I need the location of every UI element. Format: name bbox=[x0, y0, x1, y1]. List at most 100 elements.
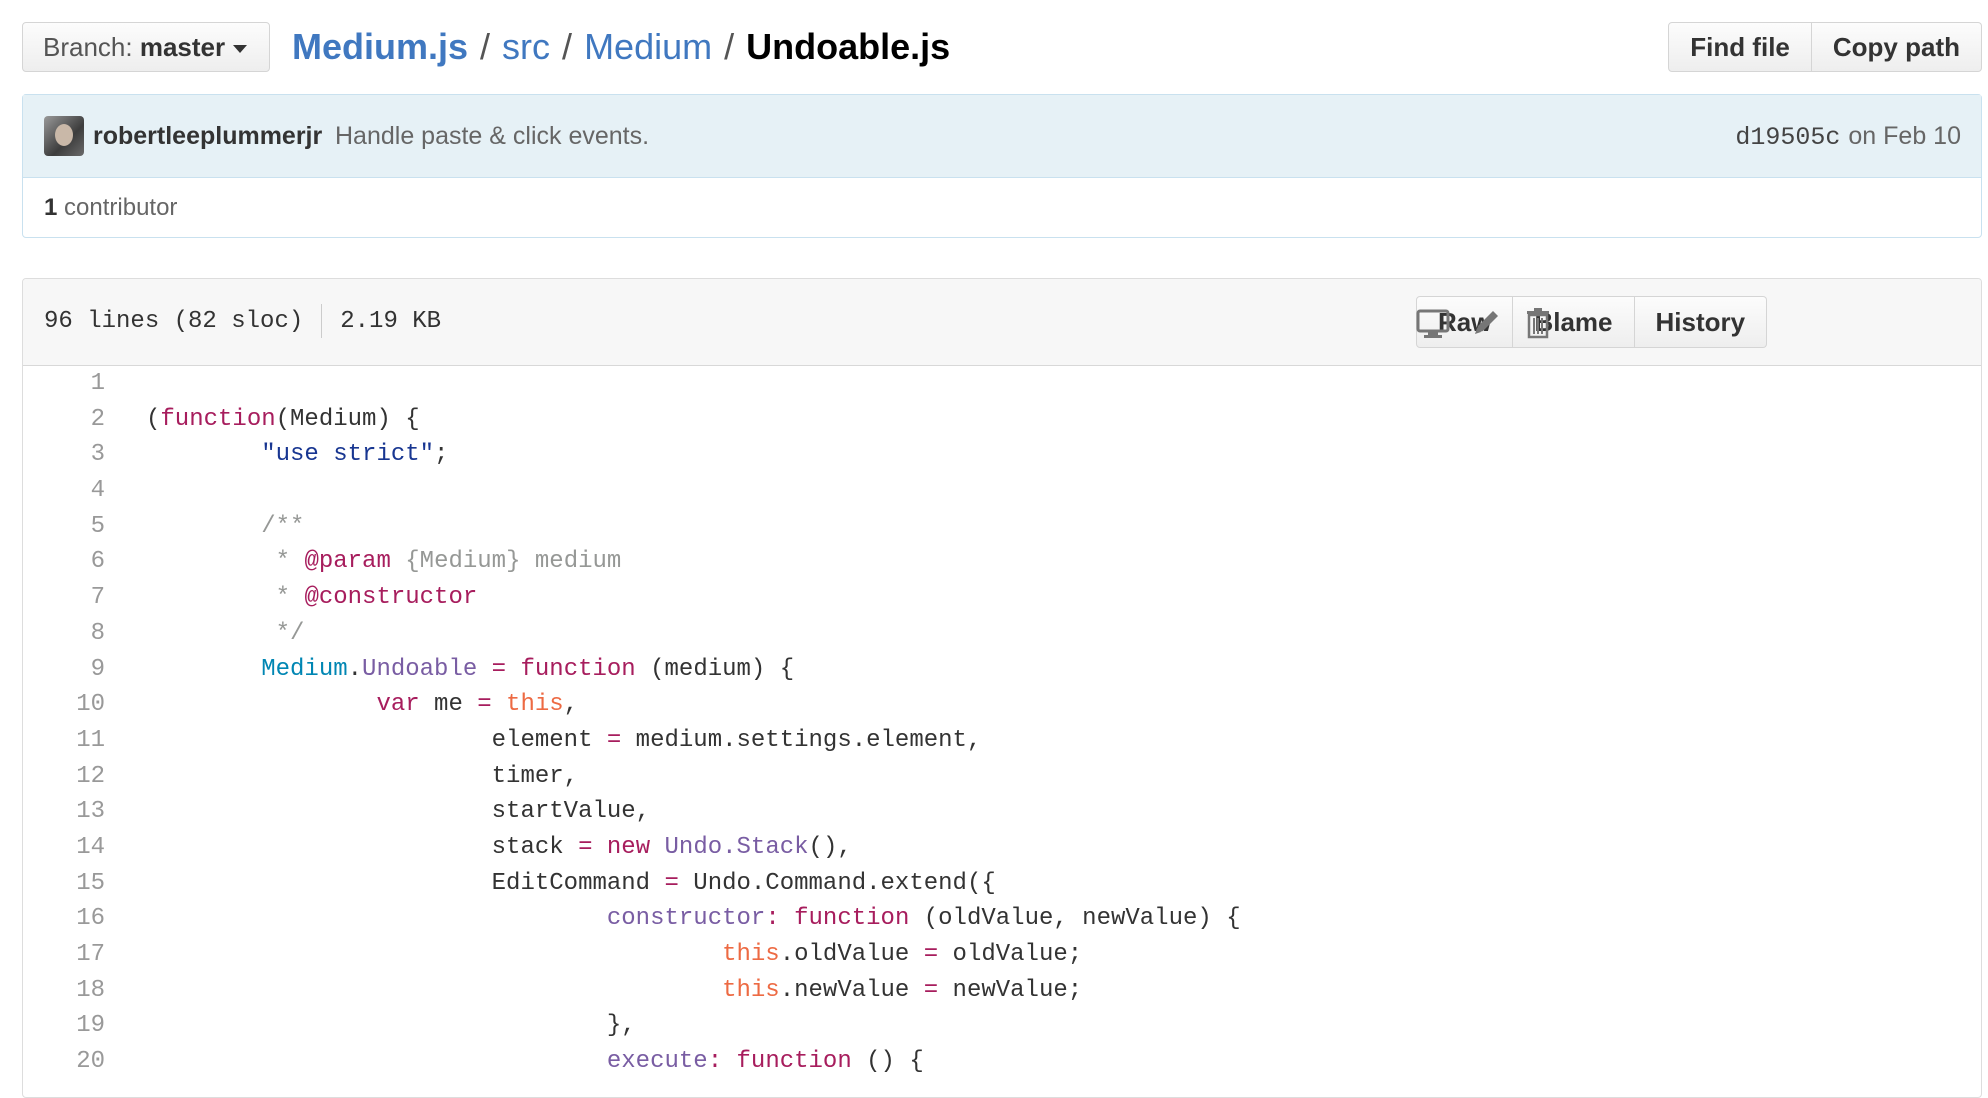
line-number[interactable]: 16 bbox=[23, 901, 105, 937]
code-token: function bbox=[520, 655, 636, 683]
breadcrumb-separator: / bbox=[724, 26, 735, 67]
code-token: {Medium} medium bbox=[390, 548, 622, 576]
code-line: 3 "use strict"; bbox=[23, 437, 1981, 473]
breadcrumb-root-link[interactable]: Medium.js bbox=[292, 26, 468, 67]
desktop-icon[interactable] bbox=[1413, 303, 1453, 343]
code-token: Undo.Command.extend({ bbox=[678, 869, 996, 897]
contributors-count: 1 bbox=[44, 194, 58, 221]
trash-icon[interactable] bbox=[1518, 303, 1558, 343]
line-number[interactable]: 20 bbox=[23, 1044, 105, 1080]
line-number[interactable]: 11 bbox=[23, 723, 105, 759]
line-number[interactable]: 7 bbox=[23, 580, 105, 616]
code-token: ; bbox=[434, 441, 449, 469]
code-token: .oldValue bbox=[779, 941, 924, 968]
line-number[interactable]: 12 bbox=[23, 759, 105, 795]
code-token: * bbox=[261, 584, 305, 612]
code-line-content: EditCommand = Undo.Command.extend({ bbox=[146, 866, 996, 902]
repo-topbar: Branch: master Medium.js / src / Medium / Undo… bbox=[22, 22, 1982, 74]
code-line-content: constructor: function (oldValue, newValu… bbox=[146, 901, 1241, 937]
code-token: this bbox=[722, 976, 780, 1004]
line-number[interactable]: 3 bbox=[23, 437, 105, 473]
find-file-button[interactable]: Find file bbox=[1668, 22, 1812, 72]
line-number[interactable]: 19 bbox=[23, 1008, 105, 1044]
history-button[interactable]: History bbox=[1634, 296, 1768, 348]
contributors-summary[interactable]: 1 contributor bbox=[23, 178, 1981, 238]
code-token: . bbox=[347, 655, 363, 683]
code-token: = bbox=[491, 655, 507, 683]
code-line: 8 */ bbox=[23, 616, 1981, 652]
code-token: Medium bbox=[261, 655, 348, 683]
code-token: this bbox=[722, 941, 780, 968]
line-number[interactable]: 4 bbox=[23, 473, 105, 509]
breadcrumb-link-medium[interactable]: Medium bbox=[584, 26, 712, 67]
code-token: = bbox=[664, 869, 679, 897]
code-line-content: (function(Medium) { bbox=[146, 402, 420, 438]
code-token: function bbox=[736, 1048, 852, 1076]
code-line: 18 this.newValue = newValue; bbox=[23, 973, 1981, 1009]
file-size: 2.19 KB bbox=[340, 308, 442, 335]
code-token: (), bbox=[808, 833, 852, 861]
code-token: */ bbox=[261, 619, 305, 647]
code-token: constructor bbox=[606, 905, 766, 933]
code-token: (oldValue, newValue) { bbox=[909, 905, 1241, 933]
code-token: : bbox=[765, 905, 780, 933]
line-number[interactable]: 17 bbox=[23, 937, 105, 973]
code-blob: 1 2 (function(Medium) {3 "use strict"; 4 5 /… bbox=[23, 366, 1981, 1080]
code-line-content: var me = this, bbox=[146, 687, 578, 723]
line-number[interactable]: 18 bbox=[23, 973, 105, 1009]
code-token: .newValue bbox=[779, 976, 924, 1004]
code-token: Undoable bbox=[362, 655, 478, 683]
code-line: 7 * @constructor bbox=[23, 580, 1981, 616]
line-number[interactable]: 1 bbox=[23, 366, 105, 402]
line-number[interactable]: 5 bbox=[23, 509, 105, 545]
line-number[interactable]: 15 bbox=[23, 866, 105, 902]
code-token: timer, bbox=[146, 762, 579, 790]
commit-sha-link[interactable]: d19505c bbox=[1735, 123, 1840, 152]
commit-meta: d19505c on Feb 10 bbox=[1735, 95, 1961, 179]
code-line: 19 }, bbox=[23, 1008, 1981, 1044]
code-line-content: "use strict"; bbox=[146, 437, 448, 473]
avatar[interactable] bbox=[44, 116, 84, 156]
commit-author-link[interactable]: robertleeplummerjr bbox=[93, 95, 322, 177]
commit-message-link[interactable]: Handle paste & click events. bbox=[335, 95, 649, 177]
breadcrumb-current-file: Undoable.js bbox=[746, 26, 951, 67]
code-line: 2 (function(Medium) { bbox=[23, 402, 1981, 438]
branch-label: Branch: bbox=[43, 32, 133, 62]
line-number[interactable]: 13 bbox=[23, 794, 105, 830]
line-number[interactable]: 2 bbox=[23, 402, 105, 438]
file-info: 96 lines (82 sloc) 2.19 KB bbox=[44, 279, 441, 365]
code-token: element bbox=[146, 726, 607, 754]
pencil-icon[interactable] bbox=[1466, 303, 1506, 343]
code-token: function bbox=[794, 905, 910, 933]
line-number[interactable]: 10 bbox=[23, 687, 105, 723]
branch-selector-button[interactable]: Branch: master bbox=[22, 22, 270, 72]
code-line-content: }, bbox=[146, 1008, 636, 1044]
line-number[interactable]: 8 bbox=[23, 616, 105, 652]
file-info-divider bbox=[321, 303, 323, 338]
breadcrumb-link-src[interactable]: src bbox=[502, 26, 550, 67]
code-token: = bbox=[923, 976, 939, 1004]
line-number[interactable]: 9 bbox=[23, 652, 105, 688]
copy-path-button[interactable]: Copy path bbox=[1811, 22, 1982, 72]
code-line: 11 element = medium.settings.element, bbox=[23, 723, 1981, 759]
code-token: @constructor bbox=[304, 584, 478, 612]
code-token: EditCommand bbox=[146, 869, 665, 897]
line-number[interactable]: 14 bbox=[23, 830, 105, 866]
line-number[interactable]: 6 bbox=[23, 544, 105, 580]
code-line-content: * @constructor bbox=[146, 580, 478, 616]
code-line: 20 execute: function () { bbox=[23, 1044, 1981, 1080]
code-line: 15 EditCommand = Undo.Command.extend({ bbox=[23, 866, 1981, 902]
code-line: 4 bbox=[23, 473, 1981, 509]
commit-date: on Feb 10 bbox=[1848, 122, 1961, 150]
code-token: () { bbox=[851, 1048, 924, 1076]
code-token: function bbox=[160, 405, 276, 433]
code-token: @param bbox=[304, 548, 391, 576]
